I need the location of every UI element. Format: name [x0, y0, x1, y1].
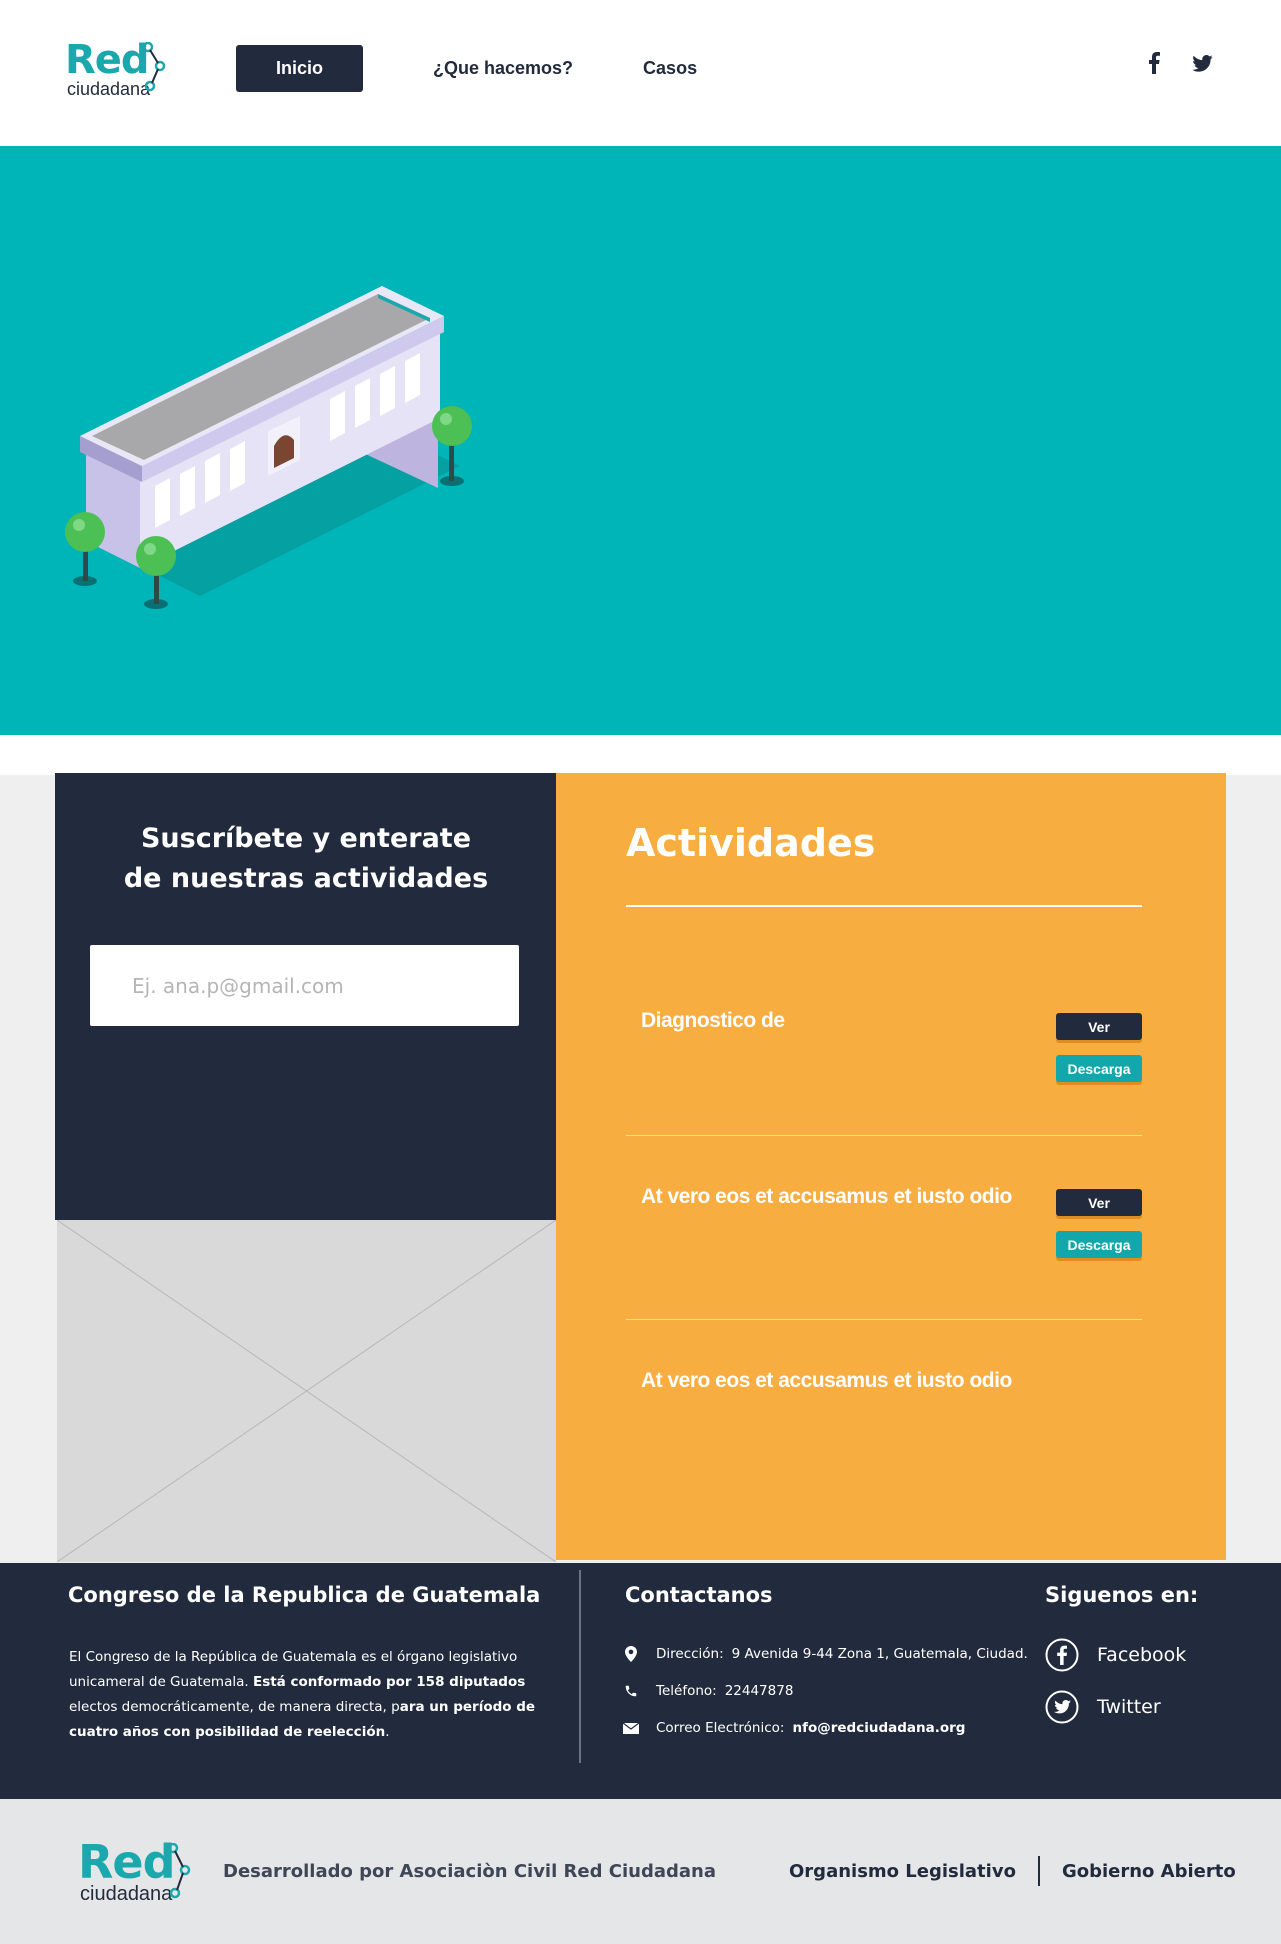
contact-phone: Teléfono: 22447878 — [622, 1683, 793, 1699]
subscribe-title-line1: Suscríbete y enterate — [140, 823, 472, 854]
view-button[interactable]: Ver — [1056, 1189, 1142, 1216]
phone-value: 22447878 — [724, 1683, 794, 1699]
footer-logo[interactable]: Red ciudadana — [78, 1839, 198, 1909]
brand-logo[interactable]: Red ciudadana — [65, 40, 175, 102]
nav-que-hacemos[interactable]: ¿Que hacemos? — [433, 45, 573, 92]
activities-title-divider — [626, 905, 1142, 907]
email-label: Correo Electrónico: — [656, 1720, 785, 1736]
activity-divider — [626, 1319, 1142, 1320]
developed-by-text: Desarrollado por Asociaciòn Civil Red Ci… — [223, 1861, 716, 1882]
phone-icon — [622, 1684, 640, 1698]
download-button[interactable]: Descarga — [1056, 1231, 1142, 1258]
activity-title: At vero eos et accusamus et iusto odio — [641, 1369, 1012, 1392]
building-illustration — [65, 286, 472, 609]
header-social — [1148, 52, 1213, 79]
subscribe-title: Suscríbete y enterate de nuestras activi… — [55, 819, 557, 899]
footer-divider — [579, 1570, 581, 1763]
phone-label: Teléfono: — [656, 1683, 717, 1699]
download-button[interactable]: Descarga — [1056, 1055, 1142, 1082]
contact-heading: Contactanos — [625, 1583, 773, 1607]
envelope-icon — [622, 1722, 640, 1734]
activities-panel: Actividades Diagnostico de Ver Descarga … — [556, 773, 1226, 1560]
logo-wordmark: Red — [65, 37, 150, 83]
follow-heading: Siguenos en: — [1045, 1583, 1199, 1607]
activity-divider — [626, 1135, 1142, 1136]
address-value: 9 Avenida 9-44 Zona 1, Guatemala, Ciudad… — [731, 1646, 1028, 1662]
email-value[interactable]: nfo@redciudadana.org — [792, 1720, 965, 1736]
main-nav: Inicio ¿Que hacemos? Casos — [236, 45, 697, 92]
logo-network-icon — [168, 1843, 191, 1899]
address-label: Dirección: — [656, 1646, 724, 1662]
nav-inicio[interactable]: Inicio — [236, 45, 363, 92]
subscribe-title-line2: de nuestras actividades — [123, 863, 489, 894]
about-text: El Congreso de la República de Guatemala… — [69, 1649, 536, 1740]
tree-left — [65, 512, 105, 586]
contact-email: Correo Electrónico: nfo@redciudadana.org — [622, 1720, 965, 1736]
contact-address: Dirección: 9 Avenida 9-44 Zona 1, Guatem… — [622, 1646, 1028, 1662]
hero-banner — [0, 146, 1281, 735]
twitter-label: Twitter — [1097, 1696, 1161, 1718]
twitter-circle-icon — [1045, 1690, 1079, 1724]
organismo-legislativo-link[interactable]: Organismo Legislativo — [789, 1861, 1016, 1882]
org-links: Organismo Legislativo Gobierno Abierto — [789, 1856, 1236, 1886]
email-input[interactable] — [90, 945, 519, 1026]
about-heading: Congreso de la Republica de Guatemala — [68, 1583, 541, 1607]
twitter-icon[interactable] — [1192, 54, 1213, 77]
subscribe-panel: Suscríbete y enterate de nuestras activi… — [55, 773, 557, 1220]
logo-network-icon — [143, 42, 166, 92]
nav-casos[interactable]: Casos — [643, 45, 697, 92]
logo-subtitle: ciudadana — [80, 1883, 173, 1905]
site-header: Red ciudadana Inicio ¿Que hacemos? Casos — [0, 0, 1281, 146]
logo-subtitle: ciudadana — [67, 79, 151, 99]
bottom-bar: Red ciudadana Desarrollado por Asociaciò… — [0, 1799, 1281, 1944]
view-button[interactable]: Ver — [1056, 1013, 1142, 1040]
facebook-circle-icon — [1045, 1638, 1079, 1672]
activity-title: At vero eos et accusamus et iusto odio — [641, 1185, 1012, 1208]
site-footer: Congreso de la Republica de Guatemala El… — [0, 1563, 1281, 1799]
logo-wordmark: Red — [78, 1835, 176, 1889]
facebook-label: Facebook — [1097, 1644, 1187, 1666]
link-separator — [1037, 1856, 1040, 1886]
facebook-icon[interactable] — [1148, 52, 1160, 79]
image-placeholder — [57, 1220, 556, 1562]
follow-twitter[interactable]: Twitter — [1045, 1690, 1161, 1724]
location-pin-icon — [622, 1646, 640, 1662]
activities-title: Actividades — [626, 821, 876, 865]
activity-title: Diagnostico de — [641, 1009, 785, 1032]
follow-facebook[interactable]: Facebook — [1045, 1638, 1186, 1672]
gobierno-abierto-link[interactable]: Gobierno Abierto — [1062, 1861, 1236, 1882]
